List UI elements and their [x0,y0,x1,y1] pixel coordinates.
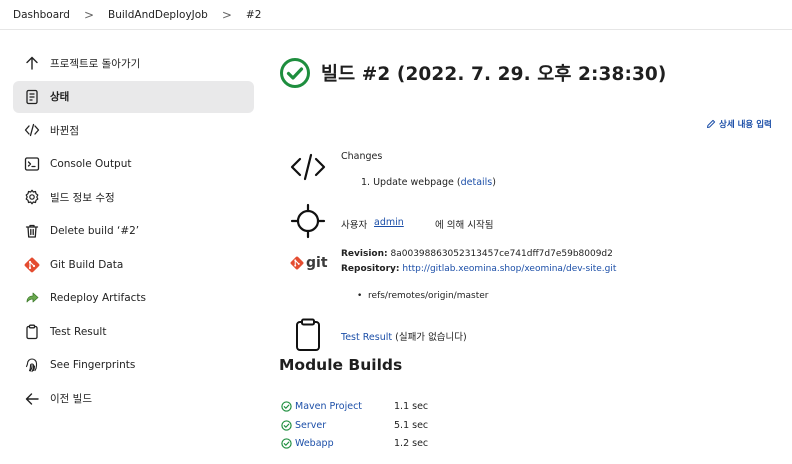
git-revision-label: Revision: [341,249,388,259]
git-logo: git [290,256,328,270]
breadcrumb-build[interactable]: #2 [246,9,261,21]
git-logo-text: git [306,255,328,271]
sidebar: 프로젝트로 돌아가기 상태 바뀐점 Console Output 빌드 정보 수… [13,47,254,417]
code-icon [24,122,40,138]
module-duration: 1.1 sec [394,400,429,412]
redeploy-icon [24,290,40,306]
arrow-up-icon [24,55,40,71]
sidebar-item-label: Git Build Data [50,258,124,271]
success-check-icon [280,58,310,88]
git-repository-link[interactable]: http://gitlab.xeomina.shop/xeomina/dev-s… [402,264,616,274]
sidebar-item-label: 상태 [50,91,70,104]
started-by-prefix: 사용자 [341,220,368,231]
breadcrumb-dashboard[interactable]: Dashboard [13,9,70,21]
sidebar-item-changes[interactable]: 바뀐점 [13,114,254,146]
module-build-row: Webapp 1.2 sec [281,436,428,450]
crosshair-icon [290,203,326,239]
module-build-row: Maven Project 1.1 sec [281,399,428,413]
git-branch: refs/remotes/origin/master [368,291,489,301]
test-result-note: (실패가 없습니다) [395,332,467,343]
sidebar-item-label: See Fingerprints [50,359,136,372]
breadcrumb-separator: > [221,7,232,22]
sidebar-item-label: 빌드 정보 수정 [50,191,115,204]
started-by-user-link[interactable]: admin [374,217,404,228]
change-details-link[interactable]: details [461,177,493,188]
edit-description-label: 상세 내용 입력 [719,120,772,130]
module-build-row: Server 5.1 sec [281,418,428,432]
code-icon [290,153,326,181]
sidebar-item-label: Redeploy Artifacts [50,292,146,305]
git-branch-item: • refs/remotes/origin/master [357,291,489,301]
changes-heading: Changes [341,151,383,162]
trash-icon [24,223,40,239]
change-item-text: 1. Update webpage ( [361,177,461,188]
module-duration: 5.1 sec [394,419,429,431]
edit-description-link[interactable]: 상세 내용 입력 [706,118,772,130]
fingerprint-icon [24,357,40,373]
sidebar-item-delete-build[interactable]: Delete build ‘#2’ [13,215,254,247]
git-icon [24,257,40,273]
sidebar-item-back-to-project[interactable]: 프로젝트로 돌아가기 [13,47,254,79]
breadcrumb-job[interactable]: BuildAndDeployJob [108,9,208,21]
git-repository: Repository: http://gitlab.xeomina.shop/x… [341,264,616,274]
sidebar-item-edit-build-info[interactable]: 빌드 정보 수정 [13,181,254,213]
sidebar-item-status[interactable]: 상태 [13,80,254,113]
terminal-icon [24,156,40,172]
change-item: 1. Update webpage (details) [361,177,496,188]
success-check-icon [281,437,292,449]
sidebar-item-previous-build[interactable]: 이전 빌드 [13,383,254,415]
module-name-link[interactable]: Webapp [295,438,394,449]
change-item-suffix: ) [492,177,496,188]
sidebar-item-label: 바뀐점 [50,124,79,137]
module-name-link[interactable]: Server [295,420,394,431]
git-repository-label: Repository: [341,264,400,274]
success-check-icon [281,400,292,412]
page-header: 빌드 #2 (2022. 7. 29. 오후 2:38:30) [279,57,666,89]
git-revision-value: 8a00398863052313457ce741dff7d7e59b8009d2 [390,249,613,259]
git-icon [290,256,304,270]
sidebar-item-redeploy-artifacts[interactable]: Redeploy Artifacts [13,282,254,314]
gear-icon [24,189,40,205]
sidebar-item-label: Test Result [50,325,107,338]
sidebar-item-test-result[interactable]: Test Result [13,316,254,348]
module-name-link[interactable]: Maven Project [295,401,394,412]
sidebar-item-git-build-data[interactable]: Git Build Data [13,249,254,281]
clipboard-icon [24,324,40,340]
sidebar-item-console-output[interactable]: Console Output [13,148,254,180]
sidebar-item-label: Delete build ‘#2’ [50,224,140,237]
success-check-icon [281,419,292,431]
sidebar-item-see-fingerprints[interactable]: See Fingerprints [13,349,254,381]
pencil-icon [707,119,716,128]
sidebar-item-label: 프로젝트로 돌아가기 [50,57,141,70]
page-title: 빌드 #2 (2022. 7. 29. 오후 2:38:30) [321,64,667,85]
started-by-suffix: 에 의해 시작됨 [435,220,494,231]
sidebar-item-label: Console Output [50,157,132,170]
document-icon [24,89,40,105]
clipboard-icon [296,318,320,351]
module-duration: 1.2 sec [394,437,429,449]
test-result-line: Test Result (실패가 없습니다) [341,329,467,343]
sidebar-item-label: 이전 빌드 [50,393,92,406]
git-revision: Revision: 8a00398863052313457ce741dff7d7… [341,249,613,259]
test-result-link[interactable]: Test Result [341,332,392,343]
breadcrumb: Dashboard > BuildAndDeployJob > #2 [0,0,792,30]
module-builds-heading: Module Builds [279,356,403,374]
breadcrumb-separator: > [83,7,95,22]
arrow-left-icon [24,391,40,407]
